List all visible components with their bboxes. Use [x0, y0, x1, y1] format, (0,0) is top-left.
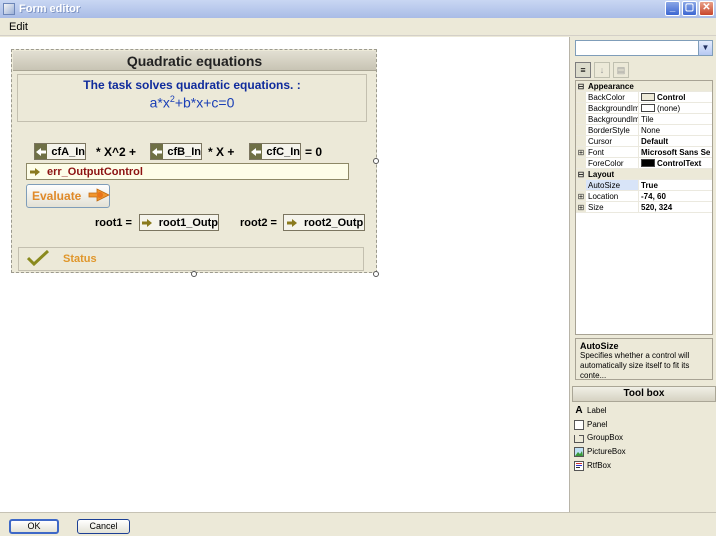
alphabetical-icon[interactable]: ↓: [594, 62, 610, 78]
description-box[interactable]: The task solves quadratic equations. : a…: [17, 74, 367, 122]
help-title: AutoSize: [580, 341, 619, 351]
tool-picturebox[interactable]: PictureBox: [574, 445, 626, 458]
title-bar: Form editor _ ▢ ✕: [0, 0, 716, 18]
collapse-icon[interactable]: ⊟: [576, 169, 586, 179]
tool-panel[interactable]: Panel: [574, 418, 607, 431]
color-swatch: [641, 93, 655, 101]
prop-location[interactable]: ⊞ Location -74, 60: [576, 191, 712, 202]
status-bar[interactable]: Status: [18, 247, 364, 271]
categorized-icon[interactable]: ≡: [575, 62, 591, 78]
prop-font[interactable]: ⊞ Font Microsoft Sans Se: [576, 147, 712, 158]
run-icon: [87, 187, 111, 206]
cfC-label: cfC_In: [266, 145, 300, 158]
description-text: The task solves quadratic equations. :: [83, 78, 301, 92]
properties-panel: ▼ ≡ ↓ ▤ ⊟ Appearance BackColor Control B…: [572, 37, 716, 382]
x-term: * X +: [208, 145, 235, 159]
minimize-button[interactable]: _: [665, 1, 680, 16]
root2-label: root2 =: [240, 217, 277, 229]
form-title: Quadratic equations: [13, 51, 376, 71]
root1-label: root1 =: [95, 217, 132, 229]
prop-borderstyle[interactable]: BorderStyle None: [576, 125, 712, 136]
output-arrow-icon: [140, 215, 155, 230]
input-arrow-icon: [151, 144, 164, 159]
output-arrow-icon: [27, 164, 43, 179]
cfB-label: cfB_In: [167, 145, 201, 158]
checkmark-icon: [26, 249, 50, 269]
toolbox-panel: Tool box A Label Panel GroupBox PictureB…: [572, 386, 716, 512]
menu-edit[interactable]: Edit: [9, 21, 28, 33]
collapse-icon[interactable]: ⊟: [576, 81, 586, 91]
resize-handle-bottom[interactable]: [191, 271, 197, 277]
evaluate-button[interactable]: Evaluate: [26, 184, 111, 208]
prop-autosize[interactable]: AutoSize True: [576, 180, 712, 191]
app-icon: [3, 3, 15, 15]
rtfbox-icon: [574, 460, 584, 471]
prop-cursor[interactable]: Cursor Default: [576, 136, 712, 147]
color-swatch: [641, 159, 655, 167]
equals-zero: = 0: [305, 145, 323, 159]
form-preview[interactable]: Quadratic equations The task solves quad…: [11, 49, 377, 273]
root1-value: root1_Outp: [158, 216, 218, 229]
property-toolbar: ≡ ↓ ▤: [575, 61, 713, 79]
error-output-control[interactable]: err_OutputControl: [26, 163, 349, 180]
label-icon: A: [575, 405, 583, 416]
root2-output-control[interactable]: root2_Outp: [283, 214, 365, 231]
prop-background-layout[interactable]: BackgroundIm Tile: [576, 114, 712, 125]
prop-forecolor[interactable]: ForeColor ControlText: [576, 158, 712, 169]
expand-icon[interactable]: ⊞: [576, 191, 586, 201]
cfB-input-control[interactable]: cfB_In: [150, 143, 202, 160]
picturebox-icon: [574, 446, 584, 457]
resize-handle-right[interactable]: [373, 158, 379, 164]
cfA-input-control[interactable]: cfA_In: [34, 143, 86, 160]
cancel-button[interactable]: Cancel: [77, 519, 130, 534]
toolbox-title: Tool box: [572, 386, 716, 402]
x-squared-term: * X^2 +: [96, 145, 137, 159]
prop-background-image[interactable]: BackgroundIm (none): [576, 103, 712, 114]
category-appearance[interactable]: ⊟ Appearance: [576, 81, 712, 92]
dialog-buttons: OK Cancel: [0, 512, 716, 536]
prop-size[interactable]: ⊞ Size 520, 324: [576, 202, 712, 213]
chevron-down-icon[interactable]: ▼: [698, 41, 712, 55]
tool-rtfbox[interactable]: RtfBox: [574, 459, 611, 472]
output-arrow-icon: [284, 215, 300, 230]
expand-icon[interactable]: ⊞: [576, 147, 586, 157]
tool-groupbox[interactable]: GroupBox: [574, 431, 623, 444]
category-layout[interactable]: ⊟ Layout: [576, 169, 712, 180]
property-pages-icon[interactable]: ▤: [613, 62, 629, 78]
panel-icon: [574, 419, 584, 430]
menu-bar: Edit: [0, 18, 716, 36]
window-title: Form editor: [19, 3, 81, 15]
maximize-button[interactable]: ▢: [682, 1, 697, 16]
root2-value: root2_Outp: [304, 216, 364, 229]
ok-button[interactable]: OK: [9, 519, 59, 534]
prop-backcolor[interactable]: BackColor Control: [576, 92, 712, 103]
image-swatch: [641, 104, 655, 112]
object-selector[interactable]: ▼: [575, 40, 713, 56]
groupbox-icon: [574, 432, 584, 443]
expand-icon[interactable]: ⊞: [576, 202, 586, 212]
status-label: Status: [63, 253, 97, 265]
resize-handle-corner[interactable]: [373, 271, 379, 277]
equation-text: a*x2+b*x+c=0: [149, 94, 235, 111]
input-arrow-icon: [250, 144, 263, 159]
design-surface[interactable]: Quadratic equations The task solves quad…: [0, 37, 570, 512]
property-grid[interactable]: ⊟ Appearance BackColor Control Backgroun…: [575, 80, 713, 335]
property-help: AutoSize Specifies whether a control wil…: [575, 338, 713, 380]
tool-label[interactable]: A Label: [574, 404, 606, 417]
cfA-label: cfA_In: [51, 145, 85, 158]
evaluate-label: Evaluate: [32, 189, 82, 203]
window-controls: _ ▢ ✕: [665, 1, 714, 16]
error-output-label: err_OutputControl: [47, 165, 143, 178]
cfC-input-control[interactable]: cfC_In: [249, 143, 301, 160]
help-text: Specifies whether a control will automat…: [580, 351, 690, 380]
close-button[interactable]: ✕: [699, 1, 714, 16]
root1-output-control[interactable]: root1_Outp: [139, 214, 219, 231]
input-arrow-icon: [35, 144, 48, 159]
